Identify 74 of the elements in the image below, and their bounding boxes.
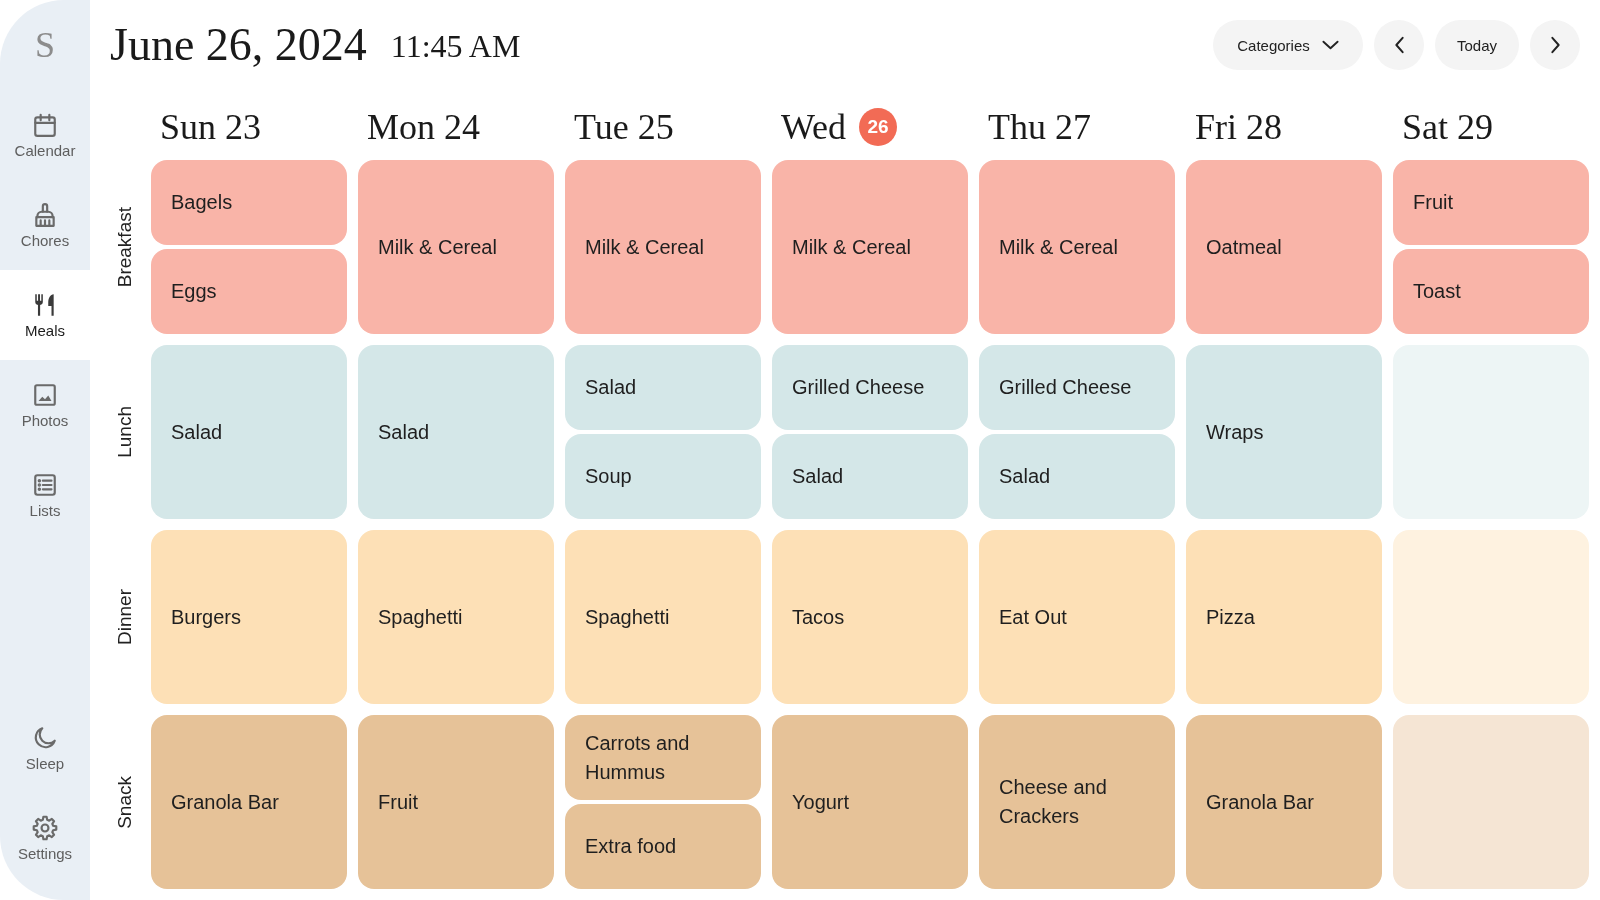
meal-entry[interactable]: Fruit	[358, 715, 554, 889]
meal-entry[interactable]: Pizza	[1186, 530, 1382, 704]
calendar-icon	[32, 112, 58, 138]
day-name: Thu	[988, 107, 1046, 147]
meal-entry[interactable]: Milk & Cereal	[358, 160, 554, 334]
meal-entry[interactable]: Spaghetti	[565, 530, 761, 704]
meal-entry[interactable]: Toast	[1393, 249, 1589, 334]
meal-entry[interactable]: Bagels	[151, 160, 347, 245]
settings-icon	[32, 815, 58, 841]
meal-entry[interactable]: Oatmeal	[1186, 160, 1382, 334]
meal-entry[interactable]: Wraps	[1186, 345, 1382, 519]
meal-category-label: Breakfast	[114, 206, 136, 288]
meal-entry[interactable]: Soup	[565, 434, 761, 519]
meal-category-label: Lunch	[114, 406, 136, 458]
day-name: Sat	[1402, 107, 1448, 147]
meal-entry[interactable]: Extra food	[565, 804, 761, 889]
nav-item[interactable]: Lists	[0, 450, 90, 540]
chevron-left-icon	[1393, 36, 1405, 54]
previous-week-button[interactable]	[1374, 20, 1424, 70]
chevron-right-icon	[1549, 36, 1561, 54]
day-name: Mon	[367, 107, 435, 147]
next-week-button[interactable]	[1530, 20, 1580, 70]
day-number: 28	[1246, 107, 1282, 147]
meal-entry[interactable]: Cheese and Crackers	[979, 715, 1175, 889]
meal-entry[interactable]: Granola Bar	[151, 715, 347, 889]
today-button[interactable]: Today	[1435, 20, 1519, 70]
broom-icon	[32, 202, 58, 228]
meal-entry[interactable]: Salad	[772, 434, 968, 519]
meal-entry[interactable]: Tacos	[772, 530, 968, 704]
nav-item[interactable]: Meals	[0, 270, 90, 360]
meal-entry[interactable]: Salad	[151, 345, 347, 519]
day-number: 29	[1457, 107, 1493, 147]
nav-item[interactable]: Chores	[0, 180, 90, 270]
meal-category-label: Dinner	[114, 589, 136, 645]
meal-entry[interactable]: Milk & Cereal	[772, 160, 968, 334]
image-icon	[32, 382, 58, 408]
meal-entry[interactable]: Eat Out	[979, 530, 1175, 704]
meal-entry[interactable]: Spaghetti	[358, 530, 554, 704]
empty-meal-slot[interactable]	[1393, 530, 1589, 704]
meal-entry[interactable]: Milk & Cereal	[979, 160, 1175, 334]
meal-entry[interactable]: Salad	[565, 345, 761, 430]
day-name: Fri	[1195, 107, 1237, 147]
nav-item[interactable]: Calendar	[0, 90, 90, 180]
chevron-down-icon	[1321, 40, 1339, 50]
day-name: Sun	[160, 107, 217, 147]
meal-entry[interactable]: Milk & Cereal	[565, 160, 761, 334]
app-logo: S	[35, 25, 55, 65]
day-number: 27	[1055, 107, 1091, 147]
categories-dropdown[interactable]: Categories	[1213, 20, 1363, 70]
list-icon	[32, 472, 58, 498]
meal-entry[interactable]: Fruit	[1393, 160, 1589, 245]
meal-entry[interactable]: Carrots and Hummus	[565, 715, 761, 800]
meal-entry[interactable]: Granola Bar	[1186, 715, 1382, 889]
meal-entry[interactable]: Grilled Cheese	[772, 345, 968, 430]
empty-meal-slot[interactable]	[1393, 715, 1589, 889]
day-number: 23	[225, 107, 262, 147]
meal-entry[interactable]: Salad	[979, 434, 1175, 519]
meal-entry[interactable]: Yogurt	[772, 715, 968, 889]
meal-entry[interactable]: Eggs	[151, 249, 347, 334]
nav-item[interactable]: Sleep	[0, 703, 90, 793]
nav-item[interactable]: Settings	[0, 793, 90, 883]
day-number: 25	[637, 107, 674, 147]
today-badge: 26	[859, 108, 898, 146]
time-text: 11:45 AM	[390, 28, 521, 64]
moon-icon	[32, 725, 58, 751]
nav-item[interactable]: Photos	[0, 360, 90, 450]
date-title: June 26, 2024	[110, 19, 367, 71]
meal-entry[interactable]: Grilled Cheese	[979, 345, 1175, 430]
day-name: Tue	[574, 107, 629, 147]
day-name: Wed	[781, 107, 847, 147]
day-number: 24	[444, 107, 480, 147]
meal-category-label: Snack	[114, 775, 136, 829]
meal-entry[interactable]: Salad	[358, 345, 554, 519]
meal-entry[interactable]: Burgers	[151, 530, 347, 704]
